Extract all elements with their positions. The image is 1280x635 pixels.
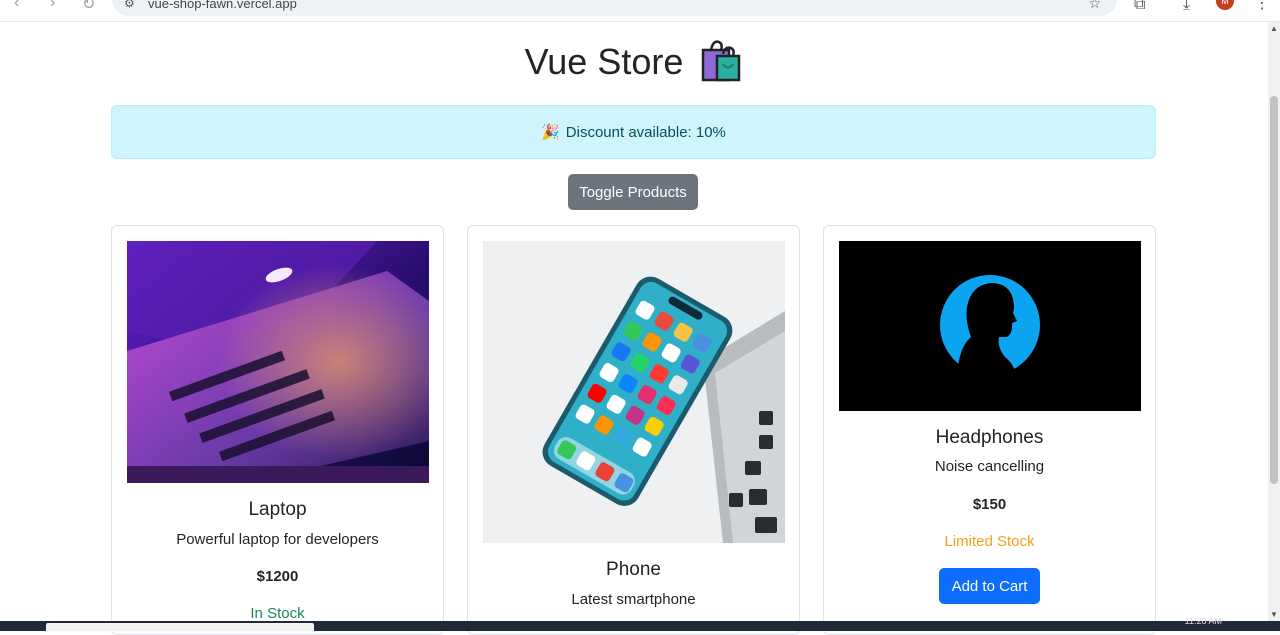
taskbar-search-box[interactable]: [46, 623, 314, 631]
menu-dots-icon[interactable]: ⋮: [1254, 0, 1270, 13]
headphones-image: [839, 241, 1141, 411]
product-name: Laptop: [248, 499, 307, 520]
url-text[interactable]: vue-shop-fawn.vercel.app: [148, 0, 297, 11]
discount-alert: 🎉 Discount available: 10%: [111, 105, 1156, 159]
browser-toolbar: ‹ › ↻ ⚙ vue-shop-fawn.vercel.app ☆ ⧉ ⤓ M…: [0, 0, 1280, 22]
party-popper-icon: 🎉: [541, 124, 560, 141]
toggle-products-button[interactable]: Toggle Products: [568, 174, 698, 210]
product-card-headphones: Headphones Noise cancelling $150 Limited…: [823, 225, 1156, 635]
os-taskbar: 11:28 AM: [0, 616, 1280, 631]
add-to-cart-button[interactable]: Add to Cart: [939, 568, 1040, 604]
product-price: $150: [972, 496, 1007, 513]
scroll-down-icon[interactable]: ▼: [1270, 610, 1278, 619]
product-name: Phone: [606, 559, 661, 580]
page-title: Vue Store: [0, 38, 1268, 91]
page-title-text: Vue Store: [524, 41, 684, 83]
shopping-bags-icon: [699, 38, 743, 91]
discount-alert-text: Discount available: 10%: [565, 123, 726, 141]
profile-avatar[interactable]: M: [1216, 0, 1234, 10]
product-card-laptop: Laptop Powerful laptop for developers $1…: [111, 225, 444, 635]
taskbar-clock: 11:28 AM: [1184, 616, 1222, 626]
product-card-phone: Phone Latest smartphone: [467, 225, 800, 635]
back-icon[interactable]: ‹: [14, 0, 19, 12]
forward-icon[interactable]: ›: [50, 0, 55, 12]
download-icon[interactable]: ⤓: [1183, 0, 1190, 14]
product-name: Headphones: [935, 427, 1044, 448]
product-stock-status: In Stock: [250, 605, 305, 622]
product-description: Noise cancelling: [934, 458, 1045, 475]
page-scrollbar[interactable]: ▲ ▼: [1268, 22, 1280, 621]
scroll-up-icon[interactable]: ▲: [1270, 24, 1278, 33]
address-bar[interactable]: ⚙ vue-shop-fawn.vercel.app ☆: [112, 0, 1117, 16]
product-description: Latest smartphone: [571, 591, 696, 608]
reload-icon[interactable]: ↻: [82, 0, 95, 14]
phone-image: [483, 241, 785, 543]
product-price: $1200: [256, 568, 299, 585]
extensions-icon[interactable]: ⧉: [1134, 0, 1145, 14]
site-info-icon[interactable]: ⚙: [124, 0, 135, 10]
laptop-image: [127, 241, 429, 483]
product-stock-status: Limited Stock: [944, 533, 1035, 550]
bookmark-star-icon[interactable]: ☆: [1088, 0, 1101, 12]
product-description: Powerful laptop for developers: [176, 531, 379, 548]
scroll-thumb[interactable]: [1270, 96, 1278, 484]
